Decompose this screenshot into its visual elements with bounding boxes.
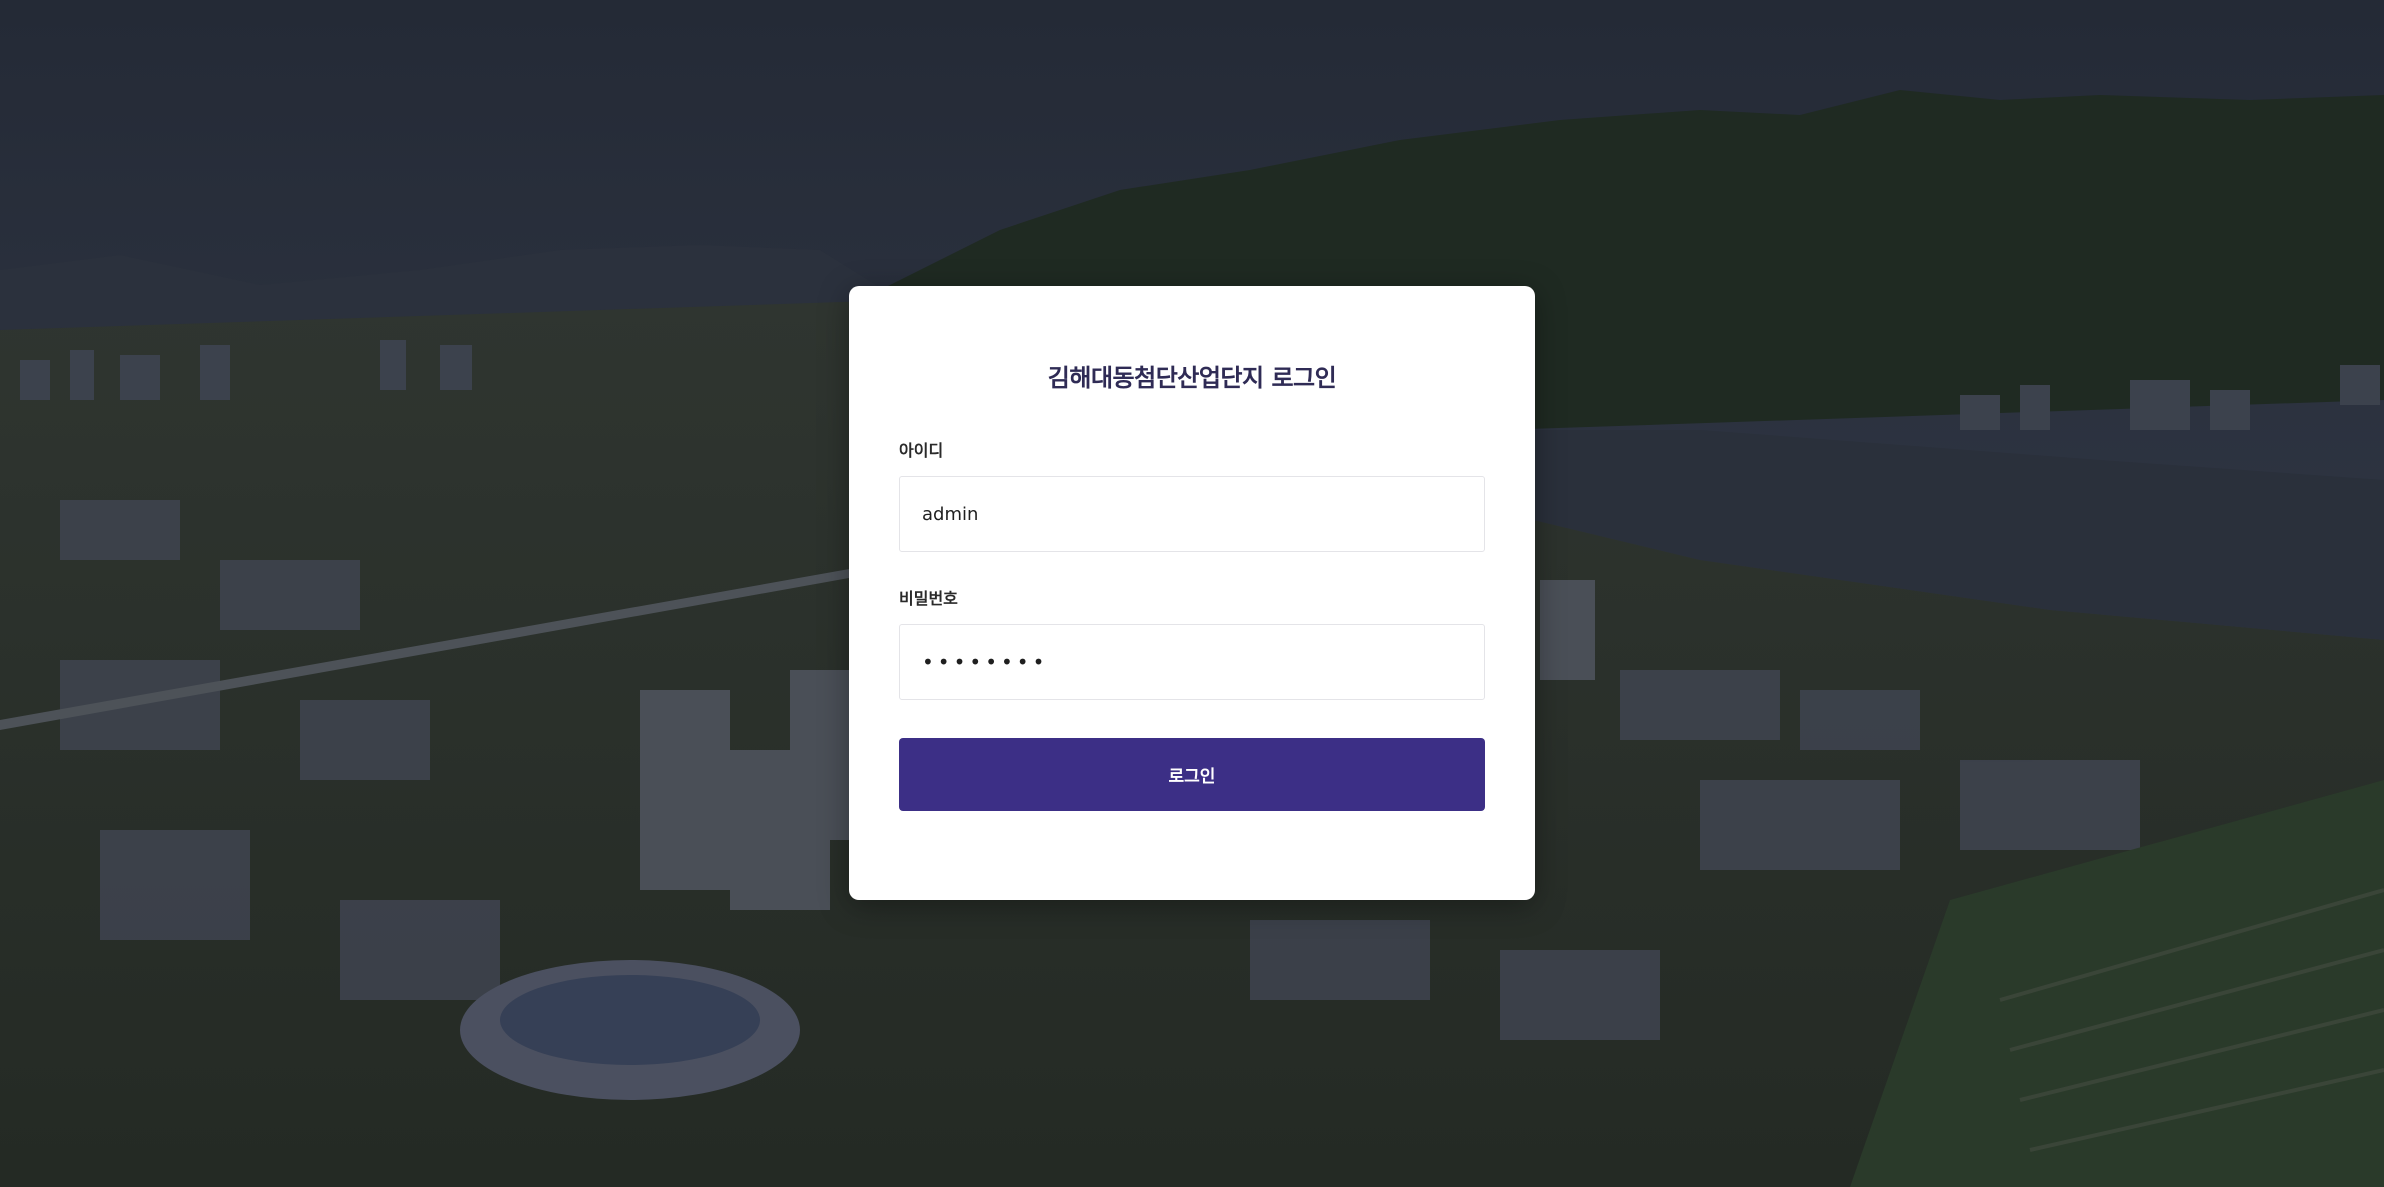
password-label: 비밀번호 [899, 589, 958, 608]
id-input[interactable] [899, 476, 1485, 552]
password-input[interactable] [899, 624, 1485, 700]
login-button[interactable]: 로그인 [899, 738, 1485, 811]
login-card: 김해대동첨단산업단지 로그인 아이디 비밀번호 로그인 [849, 286, 1535, 900]
id-label: 아이디 [899, 441, 944, 460]
login-title: 김해대동첨단산업단지 로그인 [1047, 364, 1337, 392]
